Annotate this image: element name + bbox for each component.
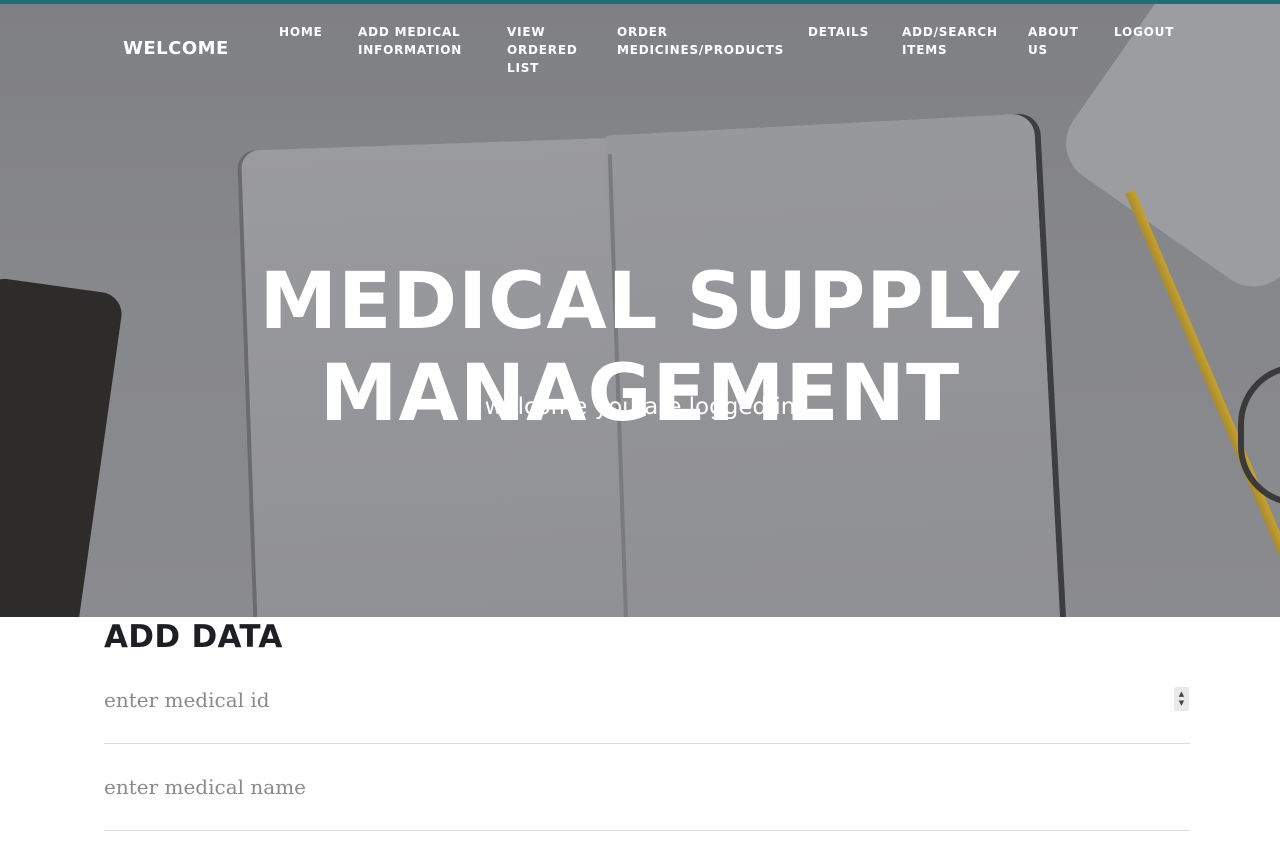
nav-logout[interactable]: LOGOUT (1114, 23, 1184, 41)
caret-down-icon[interactable]: ▼ (1179, 699, 1184, 708)
nav-details[interactable]: DETAILS (808, 23, 883, 41)
nav-about-us[interactable]: ABOUT US (1028, 23, 1088, 59)
nav-add-search-items[interactable]: ADD/SEARCH ITEMS (902, 23, 1002, 59)
nav-home[interactable]: HOME (279, 23, 339, 41)
section-title: ADD DATA (104, 619, 283, 655)
nav-view-ordered-list[interactable]: VIEW ORDERED LIST (507, 23, 587, 77)
nav-add-medical-information[interactable]: ADD MEDICAL INFORMATION (358, 23, 478, 59)
hero-section: WELCOME HOME ADD MEDICAL INFORMATION VIE… (0, 4, 1280, 617)
hero-bg-glasses (1238, 364, 1280, 506)
nav-order-medicines-products[interactable]: ORDER MEDICINES/PRODUCTS (617, 23, 792, 59)
medical-id-field: ▲ ▼ (104, 657, 1190, 744)
hero-subtitle: welcome you are logged in (484, 394, 796, 420)
caret-up-icon[interactable]: ▲ (1179, 690, 1184, 699)
medical-name-input[interactable] (104, 744, 1164, 830)
medical-name-field (104, 744, 1190, 831)
hero-bg-phone (0, 276, 125, 617)
main-navbar: WELCOME HOME ADD MEDICAL INFORMATION VIE… (0, 4, 1280, 94)
medical-id-input[interactable] (104, 657, 1164, 743)
number-stepper[interactable]: ▲ ▼ (1174, 687, 1189, 711)
add-data-section: ADD DATA ▲ ▼ (104, 617, 1190, 831)
brand-link[interactable]: WELCOME (123, 38, 229, 59)
